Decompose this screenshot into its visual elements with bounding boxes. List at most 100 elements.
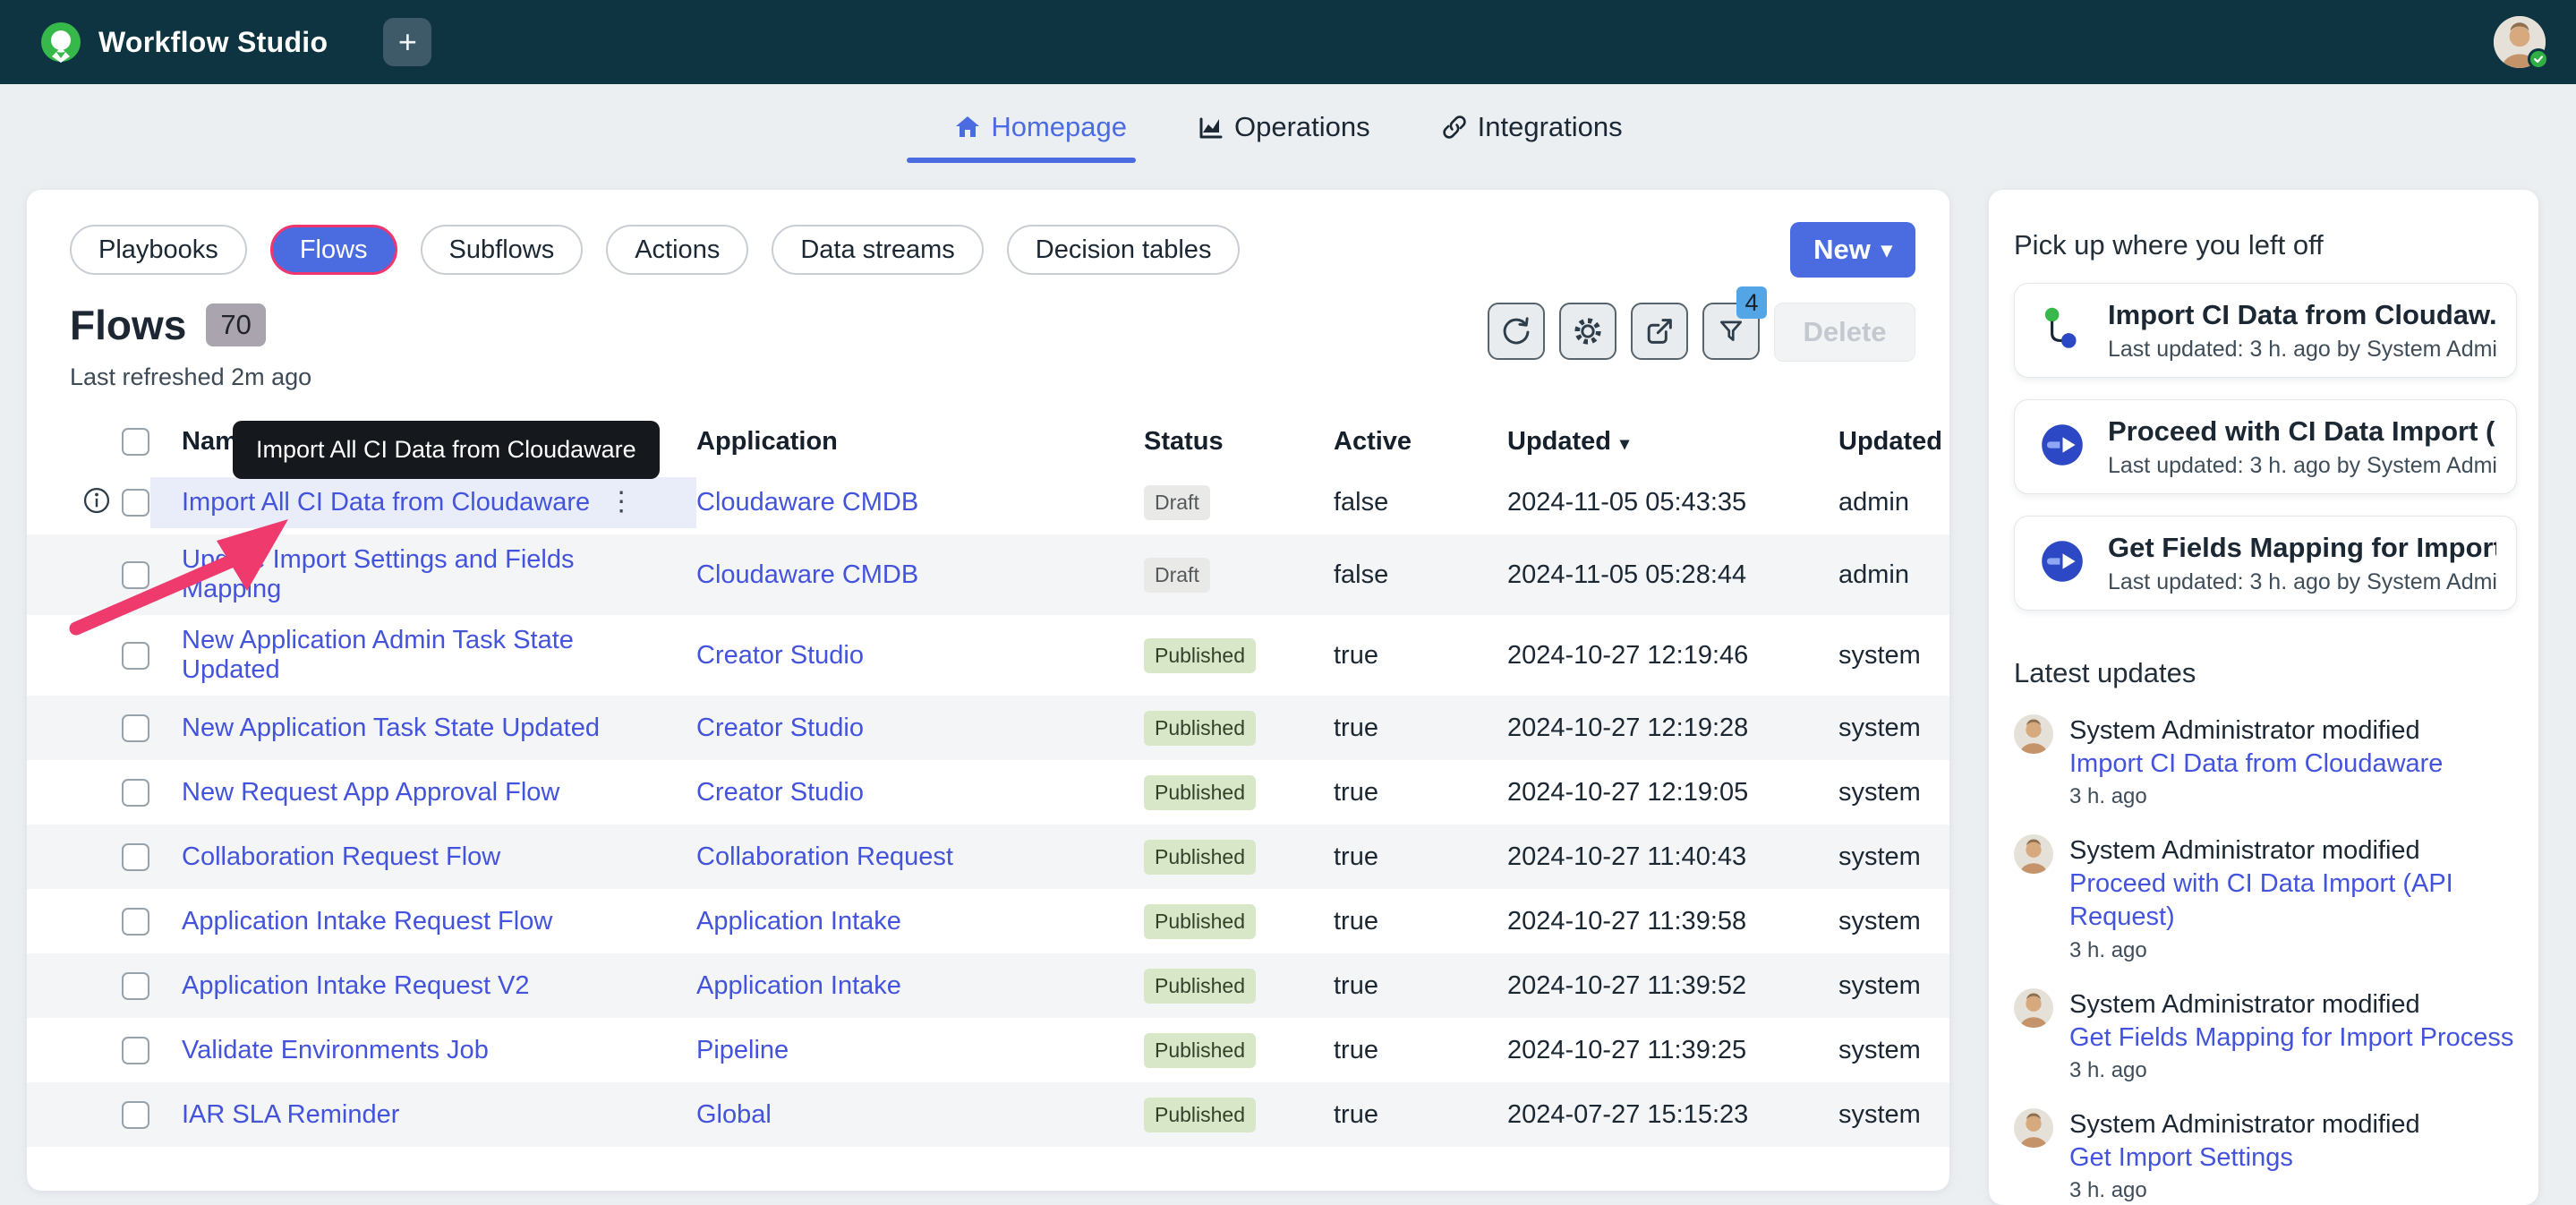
flow-name-link[interactable]: New Application Admin Task State Updated: [182, 626, 670, 685]
update-item: System Administrator modified Get Fields …: [2014, 988, 2517, 1083]
delete-button[interactable]: Delete: [1774, 303, 1915, 362]
status-badge: Published: [1144, 840, 1256, 875]
active-value: false: [1334, 488, 1507, 517]
active-tab-underline: [907, 158, 1136, 163]
tab-operations[interactable]: Operations: [1193, 106, 1374, 163]
row-checkbox[interactable]: [122, 1037, 149, 1064]
application-link[interactable]: Cloudaware CMDB: [696, 560, 918, 589]
application-link[interactable]: Application Intake: [696, 907, 901, 936]
tab-integrations[interactable]: Integrations: [1437, 106, 1626, 163]
row-checkbox[interactable]: [122, 908, 149, 936]
refresh-button[interactable]: [1488, 303, 1545, 360]
updated-by-value: system: [1838, 842, 1949, 872]
home-icon: [953, 113, 982, 141]
active-value: true: [1334, 971, 1507, 1001]
row-checkbox[interactable]: [122, 972, 149, 1000]
column-header-updated[interactable]: Updated▾: [1507, 427, 1838, 457]
row-checkbox[interactable]: [122, 561, 149, 589]
update-flow-link[interactable]: Get Import Settings: [2069, 1143, 2293, 1172]
info-icon[interactable]: [81, 484, 113, 521]
pickup-card[interactable]: Get Fields Mapping for Import...Last upd…: [2014, 516, 2517, 611]
update-actor-action: System Administrator modified: [2069, 990, 2420, 1019]
status-badge: Draft: [1144, 558, 1210, 593]
pill-actions[interactable]: Actions: [606, 225, 748, 275]
flow-name-link[interactable]: Application Intake Request Flow: [182, 907, 552, 936]
export-button[interactable]: [1631, 303, 1688, 360]
application-link[interactable]: Pipeline: [696, 1036, 789, 1064]
updated-value: 2024-10-27 11:40:43: [1507, 842, 1838, 872]
update-avatar: [2014, 1108, 2053, 1148]
update-avatar: [2014, 988, 2053, 1028]
pickup-card[interactable]: Proceed with CI Data Import (...Last upd…: [2014, 399, 2517, 494]
column-header-application[interactable]: Application: [696, 427, 838, 456]
update-flow-link[interactable]: Get Fields Mapping for Import Process: [2069, 1023, 2513, 1052]
active-value: true: [1334, 1036, 1507, 1065]
application-link[interactable]: Cloudaware CMDB: [696, 488, 918, 517]
update-time: 3 h. ago: [2069, 938, 2517, 963]
application-link[interactable]: Creator Studio: [696, 714, 864, 742]
row-checkbox[interactable]: [122, 714, 149, 742]
pill-decision-tables[interactable]: Decision tables: [1007, 225, 1241, 275]
application-link[interactable]: Collaboration Request: [696, 842, 953, 871]
flow-name-link[interactable]: Application Intake Request V2: [182, 971, 530, 1001]
application-link[interactable]: Creator Studio: [696, 641, 864, 670]
filter-icon: [1715, 315, 1747, 347]
tab-homepage[interactable]: Homepage: [950, 106, 1130, 163]
flow-name-link[interactable]: Import All CI Data from Cloudaware: [182, 488, 590, 517]
updated-by-value: system: [1838, 907, 1949, 936]
column-header-updated-by[interactable]: Updated by: [1838, 427, 1949, 456]
table-row: New Request App Approval Flow Creator Stu…: [27, 760, 1949, 825]
pill-playbooks[interactable]: Playbooks: [70, 225, 247, 275]
column-header-status[interactable]: Status: [1144, 427, 1224, 456]
filter-count-badge: 4: [1736, 286, 1767, 319]
share-export-icon: [1643, 315, 1676, 347]
new-button[interactable]: New▾: [1790, 222, 1915, 278]
row-checkbox[interactable]: [122, 779, 149, 807]
pill-subflows[interactable]: Subflows: [421, 225, 584, 275]
flow-name-link[interactable]: New Request App Approval Flow: [182, 778, 559, 808]
update-item: System Administrator modifiedGet Import …: [2014, 1108, 2517, 1203]
select-all-checkbox[interactable]: [122, 428, 149, 456]
flows-table: Name Application Status Active Updated▾ …: [27, 413, 1949, 1147]
row-checkbox[interactable]: [122, 1101, 149, 1129]
update-flow-link[interactable]: Import CI Data from Cloudaware: [2069, 749, 2443, 778]
filter-button[interactable]: 4: [1702, 303, 1760, 360]
pickup-card-subtitle: Last updated: 3 h. ago by System Adminis…: [2108, 569, 2496, 595]
update-text: System Administrator modifiedImport CI D…: [2069, 714, 2443, 781]
table-row: Import All CI Data from Cloudaware ⋮ Cloud…: [27, 470, 1949, 534]
operations-icon: [1197, 113, 1225, 141]
flow-name-link[interactable]: Collaboration Request Flow: [182, 842, 500, 872]
update-actor-action: System Administrator modified: [2069, 836, 2420, 865]
flow-name-link[interactable]: Validate Environments Job: [182, 1036, 489, 1065]
flow-name-link[interactable]: IAR SLA Reminder: [182, 1100, 399, 1130]
updated-value: 2024-11-05 05:43:35: [1507, 488, 1838, 517]
kebab-menu-icon[interactable]: ⋮: [608, 489, 635, 516]
updated-by-value: system: [1838, 641, 1949, 671]
updated-value: 2024-10-27 12:19:46: [1507, 641, 1838, 671]
update-text: System Administrator modified Proceed wit…: [2069, 834, 2517, 934]
pill-data-streams[interactable]: Data streams: [772, 225, 983, 275]
pill-flows[interactable]: Flows: [270, 225, 397, 275]
pickup-card[interactable]: Import CI Data from Cloudaw...Last updat…: [2014, 283, 2517, 378]
application-link[interactable]: Global: [696, 1100, 772, 1129]
row-tooltip: Import All CI Data from Cloudaware: [233, 421, 660, 479]
application-link[interactable]: Application Intake: [696, 971, 901, 1000]
row-checkbox[interactable]: [122, 843, 149, 871]
update-flow-link[interactable]: Proceed with CI Data Import (API Request…: [2069, 869, 2453, 931]
flow-name-link[interactable]: Update Import Settings and Fields Mappin…: [182, 545, 670, 604]
update-text: System Administrator modifiedGet Import …: [2069, 1108, 2420, 1175]
update-item: System Administrator modified Proceed wit…: [2014, 834, 2517, 962]
updated-by-value: system: [1838, 1100, 1949, 1130]
row-checkbox[interactable]: [122, 489, 149, 517]
active-value: true: [1334, 778, 1507, 808]
application-link[interactable]: Creator Studio: [696, 778, 864, 807]
last-refreshed-text: Last refreshed 2m ago: [70, 363, 311, 391]
flow-name-link[interactable]: New Application Task State Updated: [182, 714, 600, 743]
column-header-active[interactable]: Active: [1334, 427, 1412, 456]
update-avatar: [2014, 834, 2053, 874]
settings-button[interactable]: [1559, 303, 1616, 360]
row-checkbox[interactable]: [122, 642, 149, 670]
status-badge: Published: [1144, 1098, 1256, 1132]
table-row: Application Intake Request Flow Applicati…: [27, 889, 1949, 953]
new-tab-button[interactable]: +: [383, 18, 431, 66]
